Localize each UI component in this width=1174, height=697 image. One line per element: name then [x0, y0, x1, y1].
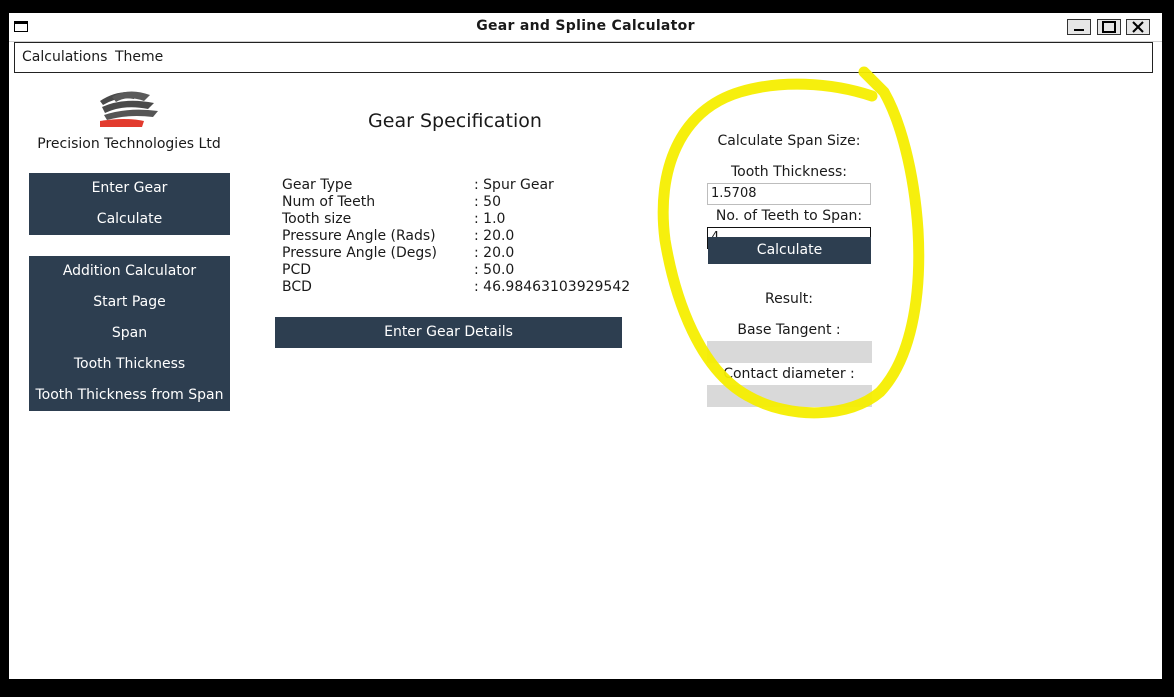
spec-key: Gear Type	[282, 177, 353, 193]
spec-value: : 50	[474, 194, 501, 210]
company-logo-icon	[100, 91, 158, 127]
menu-calculations[interactable]: Calculations	[22, 49, 107, 65]
nav-group-tools: Addition Calculator Start Page Span Toot…	[29, 256, 230, 411]
maximize-icon	[1102, 21, 1116, 33]
enter-gear-details-button[interactable]: Enter Gear Details	[275, 317, 622, 348]
menu-theme[interactable]: Theme	[115, 49, 163, 65]
addition-calculator-button[interactable]: Addition Calculator	[29, 256, 230, 287]
spec-value: : Spur Gear	[474, 177, 554, 193]
spec-key: Tooth size	[282, 211, 352, 227]
spec-row: Pressure Angle (Rads) : 20.0	[282, 228, 632, 245]
spec-value: : 20.0	[474, 245, 515, 261]
base-tangent-label: Base Tangent :	[737, 322, 841, 338]
span-heading: Calculate Span Size:	[717, 133, 861, 149]
spec-row: Pressure Angle (Degs) : 20.0	[282, 245, 632, 262]
nav-group-primary: Enter Gear Calculate	[29, 173, 230, 235]
spec-value: : 1.0	[474, 211, 506, 227]
spec-key: BCD	[282, 279, 312, 295]
spec-key: Pressure Angle (Rads)	[282, 228, 436, 244]
tooth-thickness-label: Tooth Thickness:	[730, 164, 848, 180]
enter-gear-button[interactable]: Enter Gear	[29, 173, 230, 204]
app-window: Gear and Spline Calculator Calculations …	[9, 13, 1162, 679]
spec-row: BCD : 46.98463103929542	[282, 279, 632, 296]
contact-diameter-label: Contact diameter :	[723, 366, 855, 382]
maximize-button[interactable]	[1097, 19, 1121, 35]
span-button[interactable]: Span	[29, 318, 230, 349]
minimize-button[interactable]	[1067, 19, 1091, 35]
contact-diameter-output	[707, 385, 872, 407]
spec-row: PCD : 50.0	[282, 262, 632, 279]
window-title: Gear and Spline Calculator	[476, 18, 695, 34]
minimize-icon	[1074, 29, 1084, 31]
calculate-nav-button[interactable]: Calculate	[29, 204, 230, 235]
main-content: Precision Technologies Ltd Enter Gear Ca…	[14, 73, 1157, 673]
spec-value: : 20.0	[474, 228, 515, 244]
company-name: Precision Technologies Ltd	[37, 136, 221, 152]
spec-key: Pressure Angle (Degs)	[282, 245, 438, 261]
spec-key: Num of Teeth	[282, 194, 376, 210]
spec-row: Tooth size : 1.0	[282, 211, 632, 228]
menu-bar: Calculations Theme	[14, 42, 1153, 73]
close-icon	[1132, 21, 1144, 33]
result-label: Result:	[765, 291, 813, 307]
spec-title: Gear Specification	[368, 110, 542, 132]
teeth-to-span-label: No. of Teeth to Span:	[715, 208, 863, 224]
base-tangent-output	[707, 341, 872, 363]
calculate-span-button[interactable]: Calculate	[708, 237, 871, 264]
tooth-thickness-input[interactable]: 1.5708	[707, 183, 871, 205]
close-button[interactable]	[1126, 19, 1150, 35]
start-page-button[interactable]: Start Page	[29, 287, 230, 318]
spec-value: : 46.98463103929542	[474, 279, 631, 295]
spec-value: : 50.0	[474, 262, 515, 278]
spec-row: Gear Type : Spur Gear	[282, 177, 632, 194]
spec-row: Num of Teeth : 50	[282, 194, 632, 211]
tooth-thickness-from-span-button[interactable]: Tooth Thickness from Span	[29, 380, 230, 411]
tooth-thickness-button[interactable]: Tooth Thickness	[29, 349, 230, 380]
spec-key: PCD	[282, 262, 311, 278]
title-bar: Gear and Spline Calculator	[9, 13, 1162, 42]
